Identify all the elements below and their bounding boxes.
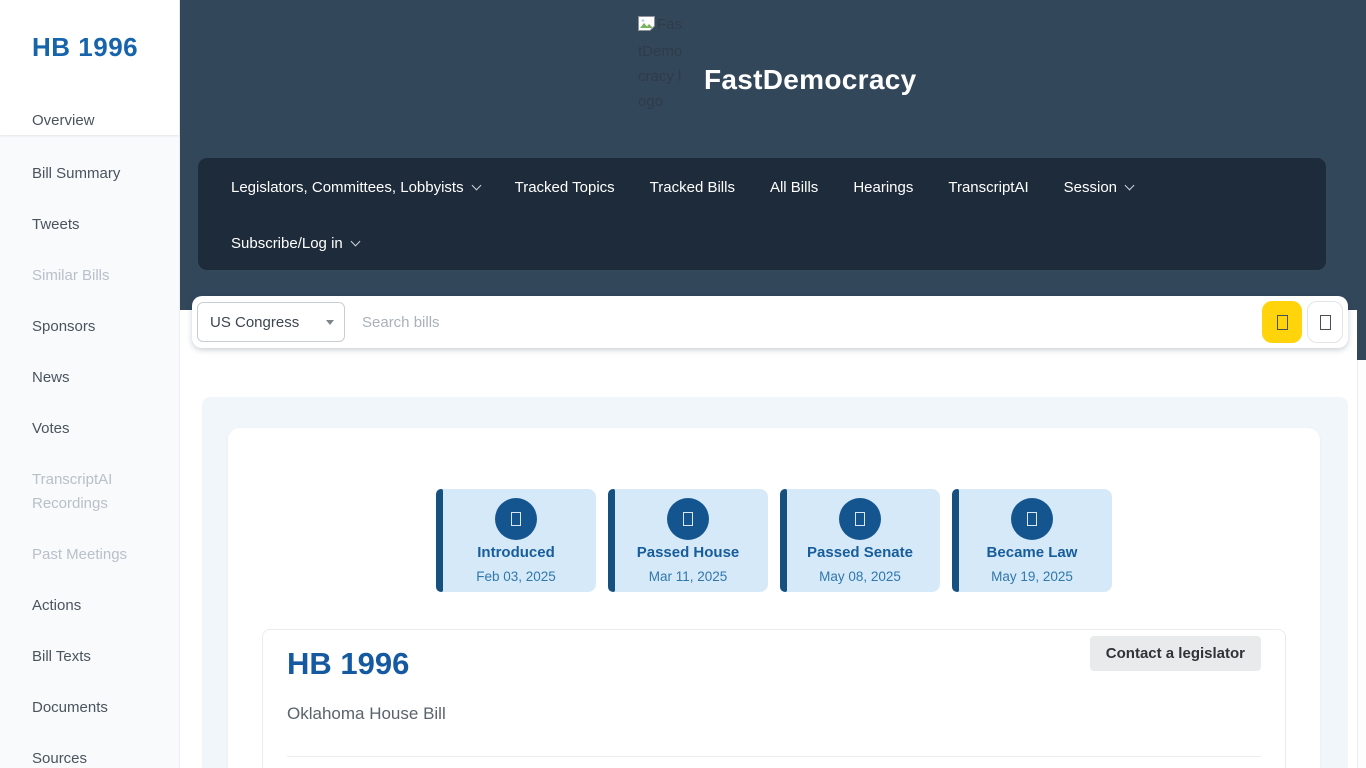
nav-item-label: Subscribe/Log in: [231, 234, 343, 252]
sidebar-item-similar-bills: Similar Bills: [0, 250, 179, 301]
brand-name[interactable]: FastDemocracy: [704, 64, 916, 96]
sidebar-item-documents[interactable]: Documents: [0, 682, 179, 733]
placeholder-icon: [683, 512, 693, 526]
placeholder-icon: [511, 512, 521, 526]
sidebar-item-label: Overview: [32, 112, 95, 129]
milestone-label: Passed Senate: [807, 544, 913, 561]
sidebar-item-actions[interactable]: Actions: [0, 580, 179, 631]
broken-image-icon: [638, 14, 655, 39]
milestone-date: Mar 11, 2025: [648, 569, 728, 584]
page-scrollbar-track[interactable]: [1357, 0, 1366, 768]
milestone-date: May 19, 2025: [991, 569, 1073, 584]
sidebar-item-label: TranscriptAI Recordings: [32, 470, 113, 512]
placeholder-icon: [1319, 314, 1331, 330]
milestone-icon: [839, 498, 881, 540]
sidebar: HB 1996 Overview Bill Summary Tweets Sim…: [0, 0, 180, 768]
select-arrow-icon: [326, 319, 334, 325]
nav-legislators-committees-lobbyists[interactable]: Legislators, Committees, Lobbyists: [231, 178, 482, 196]
page-scrollbar-thumb[interactable]: [1357, 0, 1366, 360]
nav-item-label: Session: [1063, 178, 1118, 196]
milestone-accent-bar: [608, 489, 615, 592]
region-select-value: US Congress: [210, 313, 300, 331]
search-icon: [1276, 314, 1288, 330]
sidebar-item-label: Bill Texts: [32, 648, 91, 665]
sidebar-item-sources[interactable]: Sources: [0, 733, 179, 768]
main-navbar: Legislators, Committees, Lobbyists Track…: [198, 158, 1326, 270]
milestone-passed-house: Passed House Mar 11, 2025: [608, 489, 768, 592]
page: HB 1996 Overview Bill Summary Tweets Sim…: [0, 0, 1366, 768]
search-input[interactable]: [350, 302, 1257, 342]
placeholder-icon: [1027, 512, 1037, 526]
sidebar-item-news[interactable]: News: [0, 352, 179, 403]
navbar-row-primary: Legislators, Committees, Lobbyists Track…: [231, 158, 1310, 216]
sidebar-item-label: Similar Bills: [32, 267, 110, 284]
sidebar-item-bill-summary[interactable]: Bill Summary: [0, 148, 179, 199]
nav-tracked-topics[interactable]: Tracked Topics: [515, 179, 615, 196]
nav-item-label: Tracked Bills: [649, 178, 735, 196]
milestone-passed-senate: Passed Senate May 08, 2025: [780, 489, 940, 592]
milestone-icon: [495, 498, 537, 540]
nav-hearings[interactable]: Hearings: [853, 179, 913, 196]
sidebar-item-label: Documents: [32, 699, 108, 716]
sidebar-item-label: Votes: [32, 420, 70, 437]
nav-subscribe-login[interactable]: Subscribe/Log in: [231, 234, 361, 252]
bill-detail-card: HB 1996 Contact a legislator Oklahoma Ho…: [262, 629, 1286, 768]
milestone-label: Passed House: [636, 544, 740, 561]
sidebar-item-overview[interactable]: Overview: [32, 112, 95, 129]
bill-progress-timeline: Introduced Feb 03, 2025 Passed House Mar…: [228, 428, 1320, 592]
navbar-row-secondary: Subscribe/Log in: [231, 216, 361, 270]
milestone-accent-bar: [952, 489, 959, 592]
placeholder-icon: [855, 512, 865, 526]
sidebar-item-tweets[interactable]: Tweets: [0, 199, 179, 250]
sidebar-item-label: Past Meetings: [32, 546, 128, 563]
nav-all-bills[interactable]: All Bills: [770, 179, 818, 196]
search-submit-button[interactable]: [1262, 301, 1302, 343]
sidebar-bill-title: HB 1996: [32, 32, 139, 62]
brand-logo-broken-image[interactable]: FastDemocracy logo: [638, 12, 684, 114]
nav-item-label: All Bills: [769, 178, 819, 196]
main-section: Introduced Feb 03, 2025 Passed House Mar…: [202, 397, 1348, 768]
milestone-became-law: Became Law May 19, 2025: [952, 489, 1112, 592]
divider: [287, 756, 1261, 757]
search-secondary-button[interactable]: [1307, 301, 1343, 343]
sidebar-item-past-meetings: Past Meetings: [0, 529, 179, 580]
sidebar-item-label: Bill Summary: [32, 165, 121, 182]
sidebar-item-votes[interactable]: Votes: [0, 403, 179, 454]
chevron-down-icon: [1124, 180, 1135, 190]
nav-item-label: Tracked Topics: [514, 178, 615, 196]
milestone-icon: [1011, 498, 1053, 540]
sidebar-item-label: Tweets: [32, 216, 80, 233]
bill-overview-card: Introduced Feb 03, 2025 Passed House Mar…: [228, 428, 1320, 768]
sidebar-item-bill-texts[interactable]: Bill Texts: [0, 631, 179, 682]
milestone-accent-bar: [436, 489, 443, 592]
sidebar-item-label: Sponsors: [32, 318, 96, 335]
sidebar-header: HB 1996 Overview: [0, 0, 179, 135]
sidebar-item-label: Actions: [32, 597, 82, 614]
nav-transcriptai[interactable]: TranscriptAI: [948, 179, 1028, 196]
nav-tracked-bills[interactable]: Tracked Bills: [650, 179, 735, 196]
sidebar-item-sponsors[interactable]: Sponsors: [0, 301, 179, 352]
milestone-accent-bar: [780, 489, 787, 592]
milestone-icon: [667, 498, 709, 540]
chevron-down-icon: [350, 236, 361, 246]
nav-item-label: Legislators, Committees, Lobbyists: [231, 178, 464, 196]
sidebar-item-label: News: [32, 369, 70, 386]
milestone-introduced: Introduced Feb 03, 2025: [436, 489, 596, 592]
bill-type-subtitle: Oklahoma House Bill: [287, 704, 446, 723]
sidebar-nav: Bill Summary Tweets Similar Bills Sponso…: [0, 135, 179, 768]
milestone-date: May 08, 2025: [819, 569, 901, 584]
contact-legislator-button[interactable]: Contact a legislator: [1089, 636, 1261, 671]
region-select[interactable]: US Congress: [197, 302, 345, 342]
site-header: FastDemocracy logo FastDemocracy Legisla…: [180, 0, 1366, 310]
milestone-label: Became Law: [986, 544, 1078, 561]
sidebar-item-transcriptai-recordings: TranscriptAI Recordings: [0, 454, 179, 529]
nav-session[interactable]: Session: [1063, 178, 1135, 196]
sidebar-item-label: Sources: [32, 750, 88, 767]
nav-item-label: TranscriptAI: [948, 178, 1029, 196]
bill-search-bar: US Congress: [192, 296, 1348, 348]
nav-item-label: Hearings: [853, 178, 914, 196]
chevron-down-icon: [471, 180, 482, 190]
milestone-date: Feb 03, 2025: [476, 569, 556, 584]
milestone-label: Introduced: [477, 544, 555, 561]
